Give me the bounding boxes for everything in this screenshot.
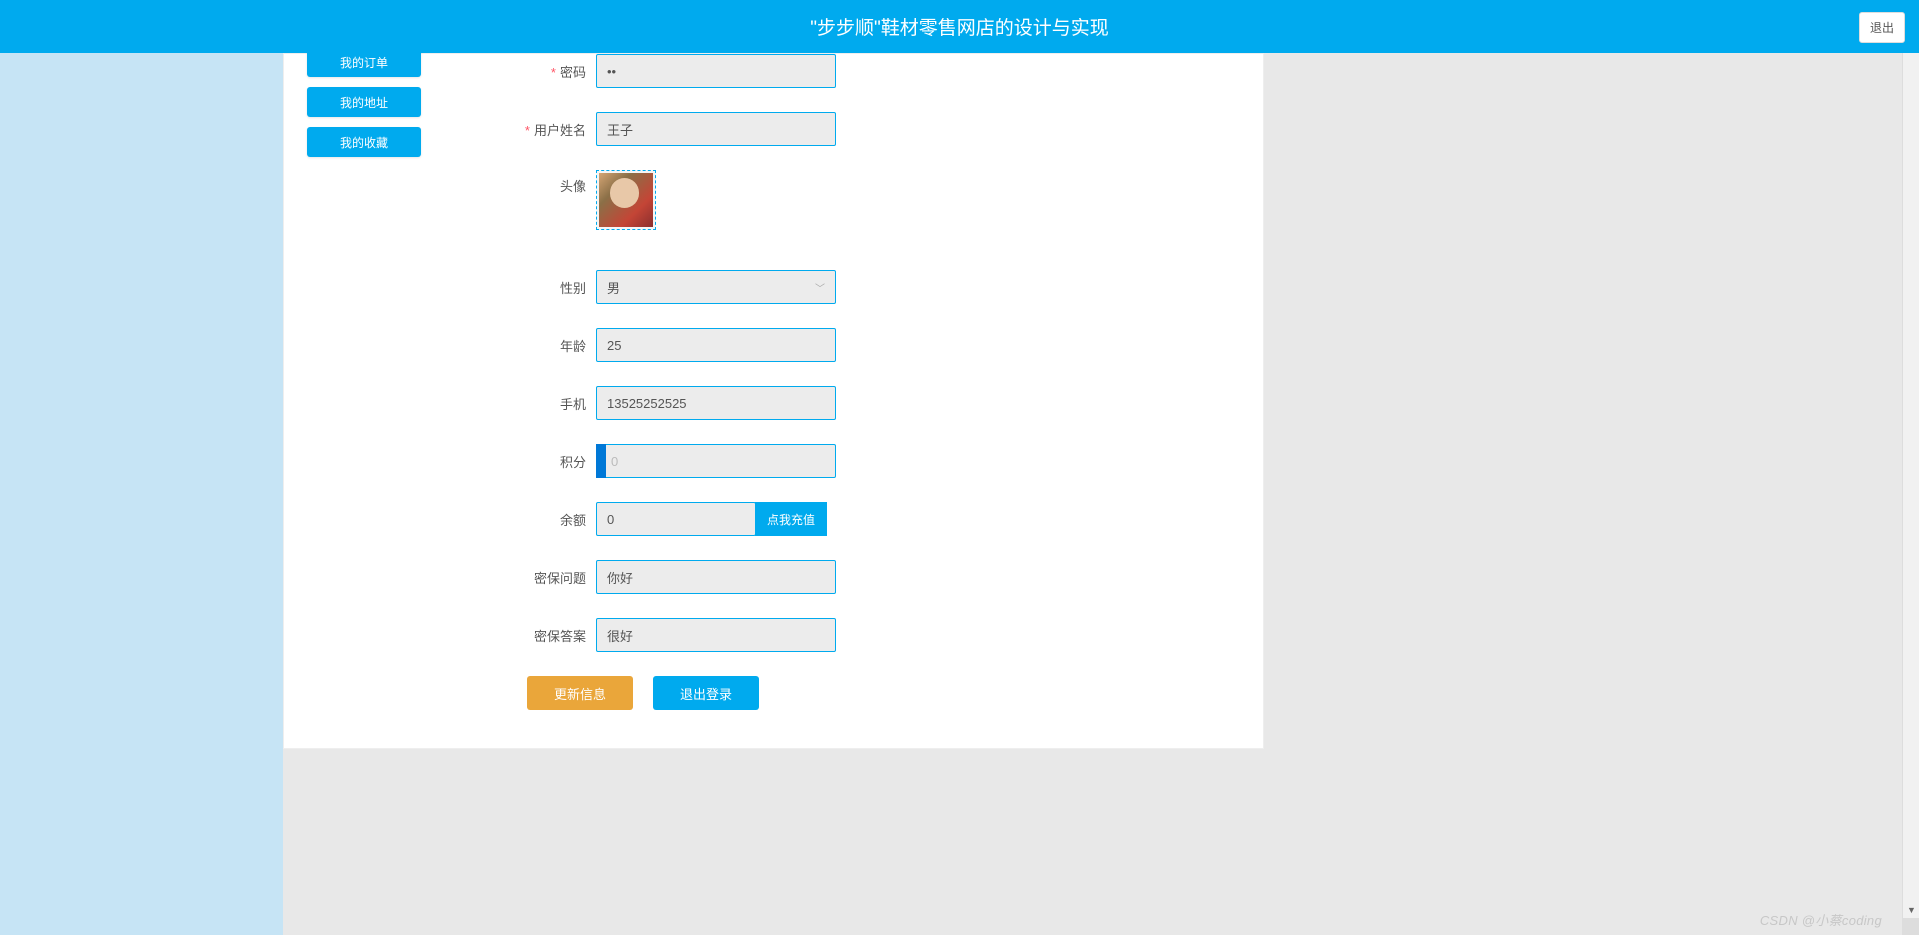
label-sec-question: 密保问题: [454, 568, 596, 587]
page-title: "步步顺"鞋材零售网店的设计与实现: [810, 13, 1109, 40]
sidebar-item-label: 我的订单: [340, 54, 388, 71]
label-age: 年龄: [454, 336, 596, 355]
sidebar-item-label: 我的地址: [340, 94, 388, 111]
avatar-image: [599, 173, 653, 227]
points-selection-highlight: [596, 444, 606, 478]
security-answer-input[interactable]: [596, 618, 836, 652]
avatar-upload[interactable]: [596, 170, 656, 230]
label-avatar: 头像: [454, 170, 596, 195]
balance-input[interactable]: [596, 502, 756, 536]
gender-value: 男: [607, 278, 620, 297]
watermark: CSDN @小蔡coding: [1760, 910, 1882, 929]
form-card: 我的订单 我的地址 我的收藏 密码 用户姓名: [283, 53, 1264, 749]
sidebar-item-address[interactable]: 我的地址: [307, 87, 421, 117]
password-input[interactable]: [596, 54, 836, 88]
sidebar-item-favorites[interactable]: 我的收藏: [307, 127, 421, 157]
label-points: 积分: [454, 452, 596, 471]
gender-select[interactable]: 男 ﹀: [596, 270, 836, 304]
label-username: 用户姓名: [454, 120, 596, 139]
label-gender: 性别: [454, 278, 596, 297]
security-question-input[interactable]: [596, 560, 836, 594]
sidebar-item-label: 我的收藏: [340, 134, 388, 151]
chevron-down-icon: ﹀: [815, 280, 825, 295]
scroll-down-arrow[interactable]: ▼: [1903, 901, 1919, 918]
left-background-panel: [0, 53, 283, 935]
phone-input[interactable]: [596, 386, 836, 420]
points-input: [596, 444, 836, 478]
username-input[interactable]: [596, 112, 836, 146]
user-form: 密码 用户姓名 头像: [454, 54, 1074, 710]
label-password: 密码: [454, 62, 596, 81]
age-input[interactable]: [596, 328, 836, 362]
logout-button[interactable]: 退出登录: [653, 676, 759, 710]
label-balance: 余额: [454, 510, 596, 529]
label-sec-answer: 密保答案: [454, 626, 596, 645]
header-logout-button[interactable]: 退出: [1859, 12, 1905, 43]
top-header: "步步顺"鞋材零售网店的设计与实现 退出: [0, 0, 1919, 53]
scrollbar-corner: [1902, 918, 1919, 935]
vertical-scrollbar[interactable]: ▲ ▼: [1902, 0, 1919, 935]
label-phone: 手机: [454, 394, 596, 413]
update-info-button[interactable]: 更新信息: [527, 676, 633, 710]
recharge-button[interactable]: 点我充值: [755, 502, 827, 536]
main-canvas: 我的订单 我的地址 我的收藏 密码 用户姓名: [0, 53, 1902, 935]
